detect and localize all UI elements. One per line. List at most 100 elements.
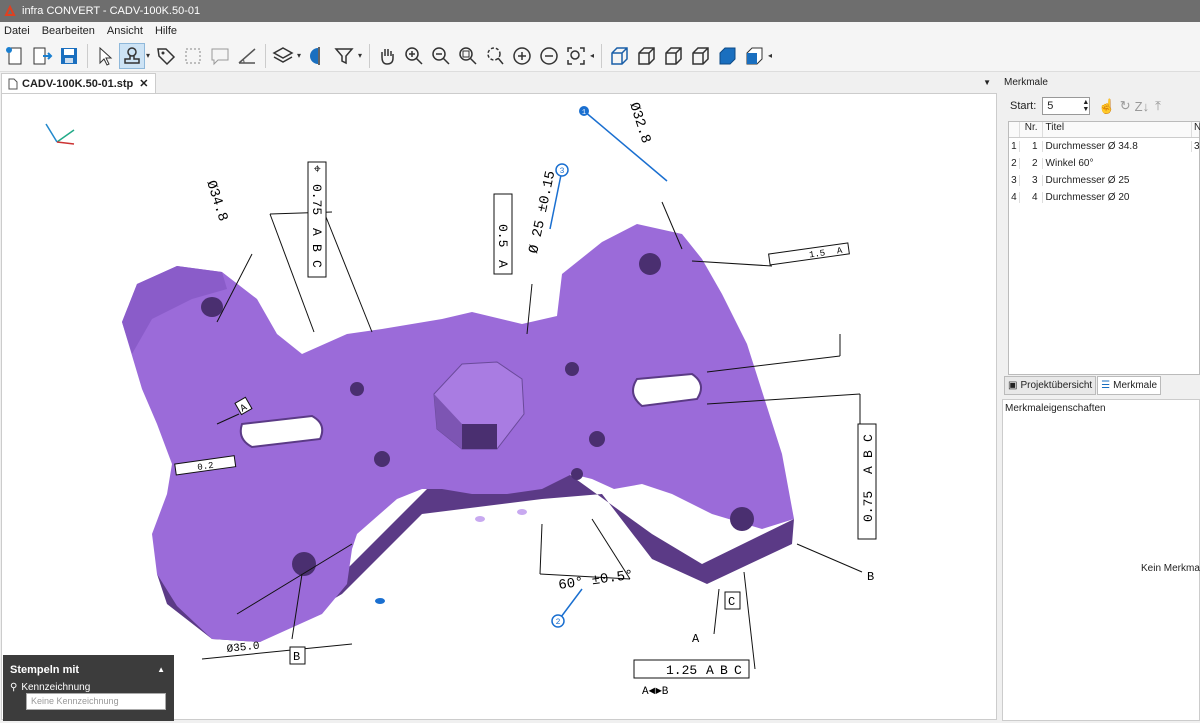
tag-button[interactable]	[153, 43, 179, 69]
menu-hilfe[interactable]: Hilfe	[155, 25, 177, 37]
table-row[interactable]: 1 1 Durchmesser Ø 34.8 3	[1009, 138, 1200, 155]
menu-datei[interactable]: Datei	[4, 25, 30, 37]
balloon-1[interactable]: 1	[579, 106, 668, 182]
table-row[interactable]: 3 3 Durchmesser Ø 25	[1009, 172, 1199, 189]
view-left-button[interactable]	[687, 43, 713, 69]
cube-left-icon	[692, 46, 709, 65]
toolbar-separator	[601, 43, 602, 68]
dim-diameter-32-8: Ø32.8	[625, 101, 653, 146]
sort-icon[interactable]: Z↓	[1135, 99, 1149, 114]
close-tab-icon[interactable]: ✕	[139, 77, 148, 90]
layers-dropdown-icon[interactable]: ▾	[297, 51, 304, 60]
tab-project-overview[interactable]: ▣ Projektübersicht	[1004, 376, 1097, 395]
import-button[interactable]	[29, 43, 55, 69]
project-icon: ▣	[1008, 380, 1018, 391]
spin-arrows-icon[interactable]: ▲ ▼	[1082, 99, 1089, 113]
pan-button[interactable]	[374, 43, 400, 69]
protractor-icon	[238, 47, 256, 64]
view-shaded-button[interactable]	[741, 43, 767, 69]
new-project-button[interactable]	[2, 43, 28, 69]
table-row[interactable]: 2 2 Winkel 60°	[1009, 155, 1199, 172]
table-row[interactable]: 4 4 Durchmesser Ø 20	[1009, 189, 1199, 206]
tab-document[interactable]: CADV-100K.50-01.stp ✕	[1, 73, 156, 93]
view-more-icon[interactable]: ◂	[768, 51, 775, 60]
fcf-datum-a: A	[309, 228, 324, 236]
properties-title: Merkmaleigenschaften	[1005, 403, 1106, 414]
view-iso-button[interactable]	[606, 43, 632, 69]
stamp-panel: Stempeln mit ▲ ⚲ Kennzeichnung Keine Kenn…	[3, 655, 174, 721]
cube-iso-icon	[611, 46, 628, 65]
stamp-title: Stempeln mit	[10, 664, 80, 676]
features-table[interactable]: Nr. Titel N 1 1 Durchmesser Ø 34.8 3 2 2 Wink…	[1008, 121, 1200, 375]
datum-b-text: B	[293, 650, 300, 664]
renumber-icon[interactable]: ↻	[1120, 98, 1131, 114]
app-logo-icon	[4, 5, 16, 16]
col-extra[interactable]: N	[1191, 122, 1200, 137]
zoom-more-icon[interactable]: ◂	[590, 51, 597, 60]
tab-features[interactable]: ☰ Merkmale	[1097, 376, 1162, 395]
start-label: Start:	[1010, 100, 1037, 112]
svg-text:⌖: ⌖	[309, 165, 324, 173]
view-solid-button[interactable]	[714, 43, 740, 69]
hand-icon	[381, 48, 394, 65]
zoom-all-button[interactable]	[563, 43, 589, 69]
balloon-2[interactable]: 2	[551, 588, 583, 628]
zoom-in-button[interactable]	[401, 43, 427, 69]
col-nr[interactable]: Nr.	[1020, 122, 1042, 137]
zoom-plus-button[interactable]	[509, 43, 535, 69]
section-button[interactable]	[304, 43, 330, 69]
datum-c-box: C	[724, 591, 741, 610]
document-tabs: CADV-100K.50-01.stp ✕ ▼	[0, 73, 997, 93]
view-right-button[interactable]	[660, 43, 686, 69]
stamp-label: Kennzeichnung	[21, 682, 91, 693]
model-drawing[interactable]: 1 3 2 Ø34.8 ⌖ 0.75 A B C 0.5 A Ø 25 ±0.1…	[2, 94, 997, 720]
3d-viewport[interactable]: 1 3 2 Ø34.8 ⌖ 0.75 A B C 0.5 A Ø 25 ±0.1…	[1, 93, 997, 720]
row-title: Durchmesser Ø 34.8	[1041, 141, 1191, 152]
select-tool-button[interactable]	[92, 43, 118, 69]
zoom-window-button[interactable]	[482, 43, 508, 69]
fcf-par-value: 1.5	[808, 248, 825, 260]
col-title[interactable]: Titel	[1041, 122, 1191, 137]
zoom-in-icon	[405, 46, 423, 65]
tab-menu-icon[interactable]: ▼	[983, 78, 991, 87]
comment-button[interactable]	[207, 43, 233, 69]
row-index: 3	[1009, 175, 1020, 186]
axis-triad-icon	[45, 123, 75, 145]
row-title: Durchmesser Ø 25	[1041, 175, 1192, 186]
start-stepper[interactable]: 5 ▲ ▼	[1042, 97, 1091, 115]
menu-bearbeiten[interactable]: Bearbeiten	[42, 25, 95, 37]
balloon-1-label: 1	[582, 109, 586, 117]
row-nr: 2	[1031, 158, 1038, 169]
menu-ansicht[interactable]: Ansicht	[107, 25, 143, 37]
save-button[interactable]	[56, 43, 82, 69]
datum-b-box: B	[289, 646, 306, 665]
fcf2-tolerance: 0.75	[861, 491, 876, 522]
filter-button[interactable]	[331, 43, 357, 69]
measure-button[interactable]	[234, 43, 260, 69]
toolbar-separator	[369, 43, 370, 68]
layers-button[interactable]	[270, 43, 296, 69]
stamp-dropdown-icon[interactable]: ▾	[146, 51, 153, 60]
zoom-window-icon	[487, 46, 504, 64]
zoom-fit-button[interactable]	[455, 43, 481, 69]
fcf-position-2: 0.75 A B C	[857, 423, 877, 540]
collapse-icon[interactable]: ▲	[157, 665, 165, 674]
panel-tabs: ▣ Projektübersicht ☰ Merkmale	[1004, 376, 1162, 395]
stamp-tool-button[interactable]	[119, 42, 145, 69]
stamp-mark-input[interactable]: Keine Kennzeichnung	[26, 693, 166, 710]
plus-circle-icon	[513, 46, 531, 65]
export-icon[interactable]: ⤒	[1155, 98, 1161, 114]
view-front-button[interactable]	[633, 43, 659, 69]
zoom-out-button[interactable]	[428, 43, 454, 69]
filter-dropdown-icon[interactable]: ▾	[358, 51, 365, 60]
properties-empty-text: Kein Merkmal a	[1141, 563, 1200, 574]
area-select-button[interactable]	[180, 43, 206, 69]
start-row: Start: 5 ▲ ▼ ☝ ↻ Z↓ ⤒	[1010, 97, 1161, 115]
area-select-icon	[185, 48, 201, 63]
section-icon	[310, 46, 320, 65]
row-index: 4	[1009, 192, 1020, 203]
zoom-minus-button[interactable]	[536, 43, 562, 69]
hand-pick-icon[interactable]: ☝	[1098, 98, 1115, 115]
dim-diameter-34-8: Ø34.8	[202, 179, 230, 224]
row-nr: 4	[1031, 192, 1038, 203]
